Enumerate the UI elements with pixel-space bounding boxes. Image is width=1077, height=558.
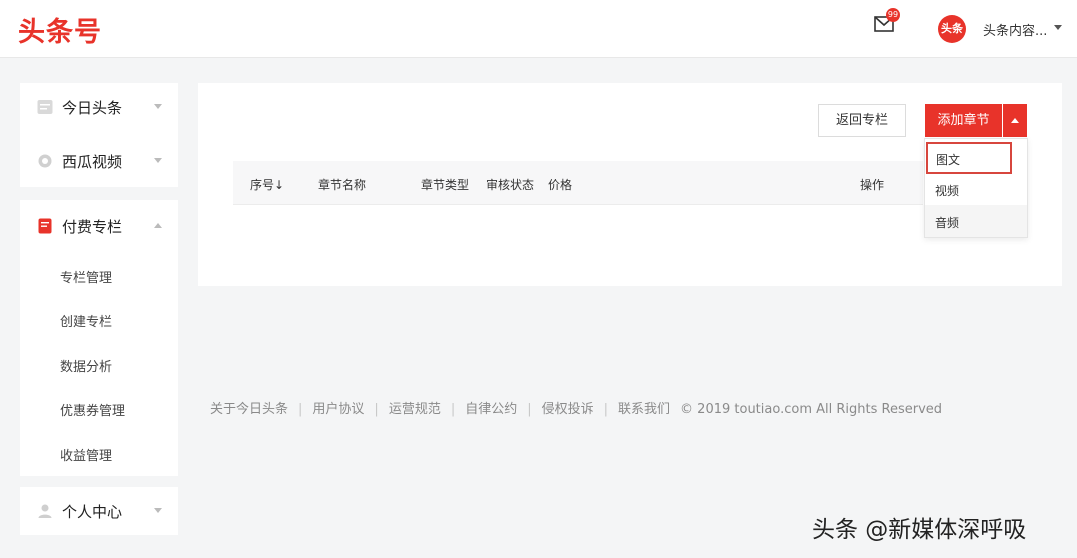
column-header-review-status: 审核状态 xyxy=(486,178,535,192)
page-footer: 关于今日头条 | 用户协议 | 运营规范 | 自律公约 | 侵权投诉 | 联系我们 © 2019 to… xyxy=(210,398,942,417)
sidebar-platforms: 今日头条 西瓜视频 xyxy=(20,83,178,187)
sidebar-item-label: 个人中心 xyxy=(62,503,123,521)
footer-link-user-agreement[interactable]: 用户协议 xyxy=(312,402,364,417)
toutiao-app-icon xyxy=(37,100,53,114)
sidebar-item-label: 西瓜视频 xyxy=(62,153,123,171)
footer-separator: | xyxy=(603,402,609,417)
paid-column-icon xyxy=(38,218,52,234)
back-to-column-button[interactable]: 返回专栏 xyxy=(818,104,906,137)
sidebar-subitem-column-manage[interactable]: 专栏管理 xyxy=(60,267,112,286)
chevron-down-icon[interactable] xyxy=(1054,25,1062,30)
sidebar-subitem-revenue-manage[interactable]: 收益管理 xyxy=(60,445,112,464)
footer-link-self-discipline[interactable]: 自律公约 xyxy=(465,402,517,417)
add-chapter-dropdown-menu: 图文 视频 音频 xyxy=(924,138,1028,238)
chapter-table-header: 序号↓ 章节名称 章节类型 审核状态 价格 操作 xyxy=(233,161,923,205)
sidebar-item-label: 今日头条 xyxy=(62,99,123,117)
dropdown-option-audio[interactable]: 音频 xyxy=(925,205,1027,237)
sidebar-item-personal-center[interactable]: 个人中心 xyxy=(20,491,178,531)
footer-separator: | xyxy=(374,402,379,417)
top-header: 头条号 99 头条 头条内容... xyxy=(0,0,1077,58)
dropdown-option-article[interactable]: 图文 xyxy=(926,142,1012,174)
column-header-chapter-type: 章节类型 xyxy=(421,178,470,192)
footer-link-contact[interactable]: 联系我们 xyxy=(618,402,670,417)
sidebar-paid-column: 付费专栏 专栏管理 创建专栏 数据分析 优惠券管理 收益管理 xyxy=(20,200,178,476)
sidebar-subitem-data-analysis[interactable]: 数据分析 xyxy=(60,356,112,375)
chevron-up-icon xyxy=(1011,118,1019,123)
toutiaohao-logo[interactable]: 头条号 xyxy=(18,10,102,49)
user-icon xyxy=(38,504,52,518)
footer-link-operation-rules[interactable]: 运营规范 xyxy=(389,402,441,417)
chevron-up-icon xyxy=(154,223,162,228)
column-header-index[interactable]: 序号↓ xyxy=(250,176,284,193)
sidebar-item-label: 付费专栏 xyxy=(62,218,123,236)
column-header-actions: 操作 xyxy=(860,178,885,192)
username[interactable]: 头条内容... xyxy=(983,20,1047,39)
chevron-down-icon xyxy=(154,508,162,513)
sidebar-subitem-coupon-manage[interactable]: 优惠券管理 xyxy=(60,400,125,419)
sidebar-personal: 个人中心 xyxy=(20,487,178,535)
chevron-down-icon xyxy=(154,158,162,163)
add-chapter-button[interactable]: 添加章节 xyxy=(925,104,1002,137)
sidebar-item-xigua[interactable]: 西瓜视频 xyxy=(20,141,178,181)
dropdown-option-video[interactable]: 视频 xyxy=(925,173,1027,205)
footer-separator: | xyxy=(527,402,532,417)
sidebar-item-paid-column[interactable]: 付费专栏 xyxy=(20,206,178,246)
chevron-down-icon xyxy=(154,104,162,109)
avatar[interactable]: 头条 xyxy=(938,15,966,43)
xigua-video-icon xyxy=(38,154,52,168)
notification-badge: 99 xyxy=(886,8,900,22)
footer-link-infringement[interactable]: 侵权投诉 xyxy=(542,402,594,417)
add-chapter-dropdown-toggle[interactable] xyxy=(1003,104,1027,137)
sidebar-item-toutiao[interactable]: 今日头条 xyxy=(20,87,178,127)
watermark-text: 头条 @新媒体深呼吸 xyxy=(812,517,1027,543)
footer-separator: | xyxy=(298,402,303,417)
sidebar-subitem-create-column[interactable]: 创建专栏 xyxy=(60,311,112,330)
footer-separator: | xyxy=(450,402,456,417)
footer-copyright: © 2019 toutiao.com All Rights Reserved xyxy=(680,402,943,417)
footer-link-about[interactable]: 关于今日头条 xyxy=(210,402,288,417)
column-header-price: 价格 xyxy=(548,178,573,192)
column-header-chapter-name: 章节名称 xyxy=(318,178,367,192)
